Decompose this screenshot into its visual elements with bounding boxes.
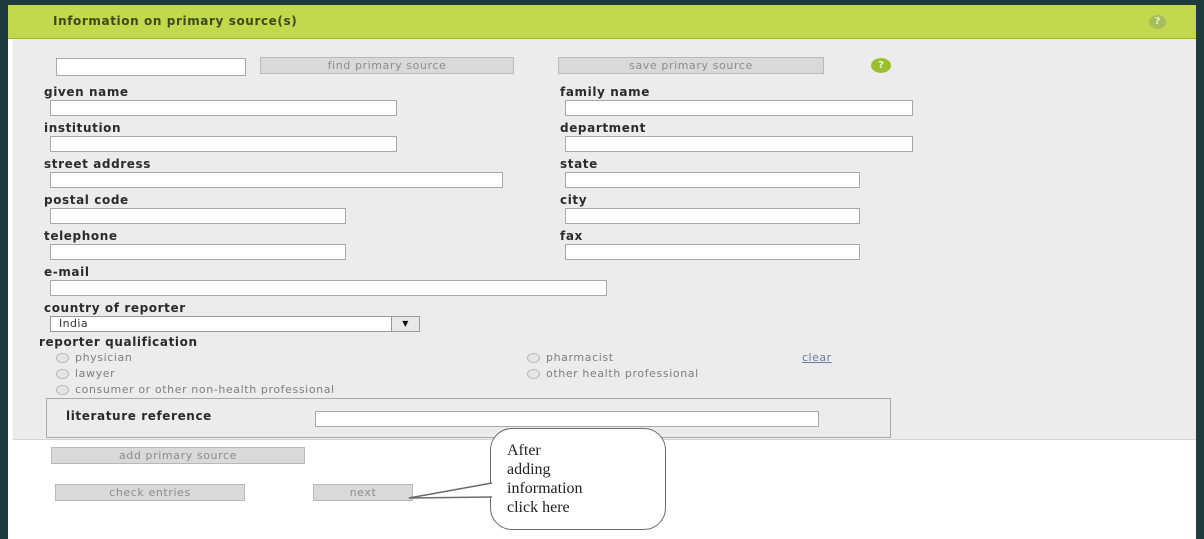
form-frame: Information on primary source(s) ? find …	[8, 5, 1196, 539]
callout-pointer	[408, 482, 493, 499]
